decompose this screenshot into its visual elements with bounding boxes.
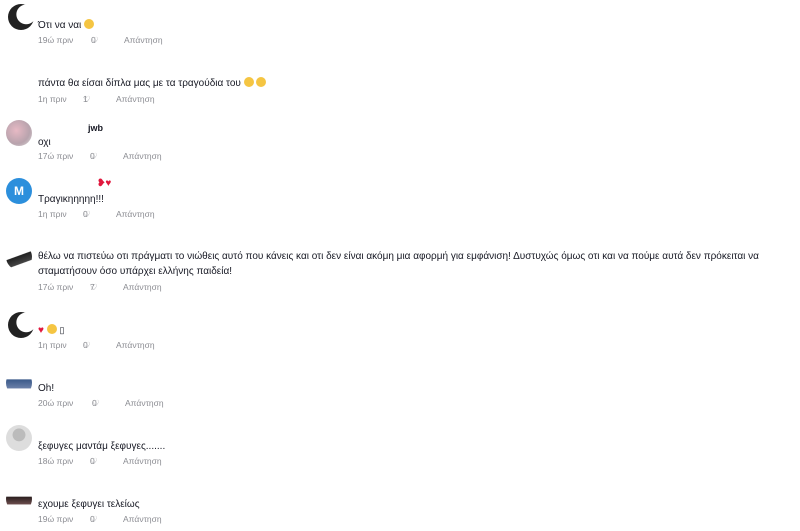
avatar[interactable] (6, 425, 32, 451)
avatar-letter: M (14, 184, 24, 198)
reply-button[interactable]: Απάντηση (116, 340, 155, 350)
avatar[interactable] (6, 370, 32, 396)
smile-emoji-icon (256, 77, 267, 87)
like-count: 0 (90, 151, 95, 161)
heart-icon: ♥ (38, 325, 44, 336)
comment-time: 19ώ πριν (38, 514, 74, 524)
smile-emoji-icon (46, 324, 57, 334)
reply-button[interactable]: Απάντηση (123, 456, 162, 466)
comment-text: Τραγικηηηηη!!! (38, 194, 104, 205)
like-count: 0 (83, 209, 88, 219)
avatar[interactable] (6, 120, 32, 146)
like-count: 0 (83, 340, 88, 350)
smile-emoji-icon (84, 19, 95, 29)
placeholder-glyph-icon: ▯ (59, 325, 65, 335)
avatar[interactable] (8, 312, 34, 338)
like-count: 7 (90, 282, 95, 292)
comment-text: Ότι να ναι (38, 18, 95, 33)
heart-icon: ♥ (105, 178, 112, 189)
reply-button[interactable]: Απάντηση (123, 282, 162, 292)
comment-text: Oh! (38, 383, 55, 394)
comment-text: ξεφυγες μαντάμ ξεφυγες....... (38, 441, 166, 452)
like-count: 0 (90, 456, 95, 466)
avatar[interactable] (8, 4, 34, 30)
comment-username: ❥♥ (97, 178, 111, 189)
smile-emoji-icon (243, 77, 254, 87)
comment-text: οχι (38, 137, 51, 148)
avatar[interactable] (6, 486, 32, 512)
comment-time: 20ώ πριν (38, 398, 74, 408)
comment-text: εχουμε ξεφυγει τελείως (38, 499, 140, 510)
comment-time: 17ώ πριν (38, 282, 74, 292)
comment-time: 19ώ πριν (38, 35, 74, 45)
comment-text: θέλω να πιστεύω οτι πράγματι το νιώθεις … (38, 251, 759, 277)
comment-text: ♥ ▯ (38, 323, 64, 338)
comment-username[interactable]: jwb (88, 123, 103, 133)
comment-time: 17ώ πριν (38, 151, 74, 161)
like-count: 1 (83, 94, 88, 104)
comment-time: 18ώ πριν (38, 456, 74, 466)
comment-time: 1η πριν (38, 209, 67, 219)
reply-button[interactable]: Απάντηση (123, 514, 162, 524)
like-count: 0 (90, 514, 95, 524)
comment-time: 1η πριν (38, 94, 67, 104)
reply-button[interactable]: Απάντηση (124, 35, 163, 45)
avatar[interactable]: M (6, 178, 32, 204)
avatar[interactable] (6, 244, 32, 270)
comment-time: 1η πριν (38, 340, 67, 350)
reply-button[interactable]: Απάντηση (116, 94, 155, 104)
reply-button[interactable]: Απάντηση (125, 398, 164, 408)
comment-text: πάντα θα είσαι δίπλα μας με τα τραγούδια… (38, 76, 267, 91)
like-count: 0 (92, 398, 97, 408)
like-count: 0 (91, 35, 96, 45)
reply-button[interactable]: Απάντηση (123, 151, 162, 161)
reply-button[interactable]: Απάντηση (116, 209, 155, 219)
